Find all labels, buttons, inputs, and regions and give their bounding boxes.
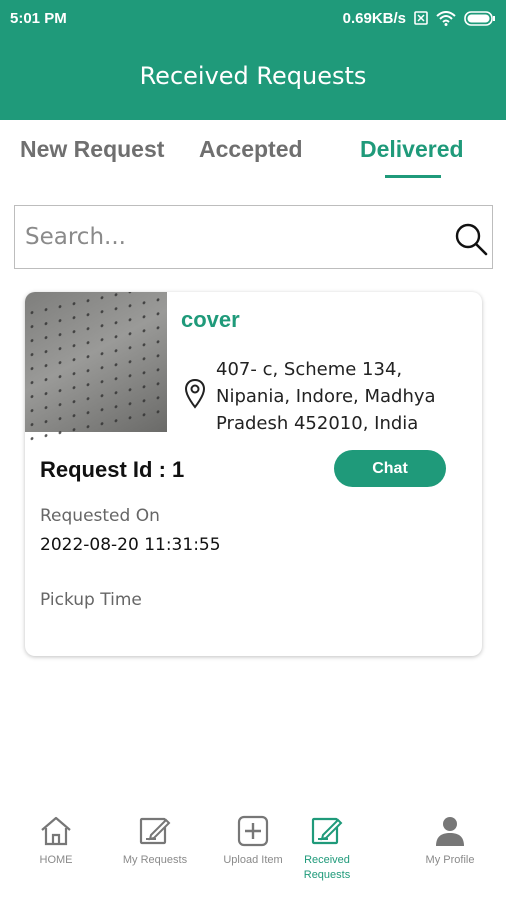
search-box bbox=[14, 205, 493, 269]
tab-new-request[interactable]: New Request bbox=[20, 136, 164, 163]
address-line: 407- c, Scheme 134, bbox=[216, 359, 403, 380]
status-icons: 0.69KB/s bbox=[343, 10, 496, 27]
chat-button[interactable]: Chat bbox=[334, 450, 446, 487]
requested-on-value: 2022-08-20 11:31:55 bbox=[40, 535, 221, 555]
nav-label: Received Requests bbox=[303, 854, 351, 881]
status-time: 5:01 PM bbox=[10, 9, 67, 27]
nav-my-requests[interactable]: My Requests bbox=[107, 815, 203, 868]
page-title: Received Requests bbox=[139, 62, 367, 90]
requested-on-label: Requested On bbox=[40, 506, 160, 526]
battery-icon bbox=[464, 10, 495, 26]
nav-home[interactable]: HOME bbox=[8, 815, 104, 868]
edit-icon bbox=[139, 817, 171, 845]
item-photo bbox=[25, 292, 167, 448]
tab-delivered[interactable]: Delivered bbox=[360, 136, 464, 163]
item-name: cover bbox=[181, 307, 240, 332]
wifi-icon bbox=[436, 10, 456, 26]
address-line: Nipania, Indore, Madhya bbox=[216, 386, 436, 407]
request-id: Request Id : 1 bbox=[40, 457, 185, 482]
nav-received-requests[interactable]: Received Requests bbox=[279, 815, 375, 883]
app-header: 5:01 PM 0.69KB/s Received Requests bbox=[0, 0, 506, 120]
search-input[interactable] bbox=[25, 220, 425, 254]
delivery-address: 407- c, Scheme 134, Nipania, Indore, Mad… bbox=[216, 356, 466, 437]
pickup-time-label: Pickup Time bbox=[40, 590, 142, 610]
plus-square-icon bbox=[237, 815, 269, 847]
request-card[interactable]: cover 407- c, Scheme 134, Nipania, Indor… bbox=[25, 292, 482, 656]
bottom-navigation: HOME My Requests Upload Item Received Re… bbox=[0, 805, 506, 900]
status-bar: 5:01 PM 0.69KB/s bbox=[0, 0, 506, 36]
active-tab-indicator bbox=[385, 175, 441, 178]
edit-icon bbox=[311, 817, 343, 845]
address-line: Pradesh 452010, India bbox=[216, 413, 419, 434]
location-pin-icon bbox=[184, 378, 206, 409]
person-icon bbox=[436, 817, 464, 846]
home-icon bbox=[41, 816, 71, 846]
network-speed: 0.69KB/s bbox=[342, 9, 406, 27]
nav-my-profile[interactable]: My Profile bbox=[402, 815, 498, 868]
nav-label: My Profile bbox=[425, 854, 475, 866]
tab-accepted[interactable]: Accepted bbox=[199, 136, 303, 163]
sim-off-icon bbox=[414, 11, 428, 25]
nav-label: HOME bbox=[39, 854, 73, 866]
search-icon[interactable] bbox=[453, 221, 489, 257]
nav-label: My Requests bbox=[122, 854, 188, 866]
